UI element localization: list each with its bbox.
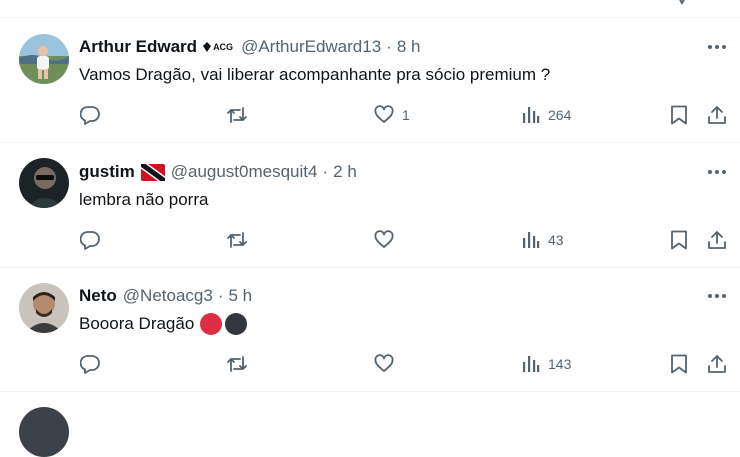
- bookmark-icon: [671, 105, 687, 125]
- reply-button[interactable]: [80, 349, 100, 379]
- author-handle[interactable]: @august0mesquit4: [171, 162, 318, 182]
- repost-button[interactable]: [226, 100, 248, 130]
- author-name[interactable]: gustim: [79, 162, 135, 182]
- post-actions: 1 264: [0, 100, 740, 130]
- separator: ·: [322, 162, 329, 181]
- more-icon: [708, 45, 726, 49]
- views-icon: [523, 356, 540, 372]
- black-circle-emoji: [225, 313, 248, 335]
- share-icon: [708, 231, 726, 249]
- post[interactable]: Neto @Netoacg3 · 5 h Booora Dragão 143: [0, 267, 740, 392]
- like-icon: [374, 105, 394, 123]
- like-button[interactable]: 1: [374, 100, 410, 130]
- views-icon: [523, 107, 540, 123]
- bookmark-icon: [671, 230, 687, 250]
- bookmark-button[interactable]: [670, 225, 688, 255]
- author-name[interactable]: Arthur Edward: [79, 37, 197, 57]
- bookmark-button[interactable]: [670, 349, 688, 379]
- reply-icon: [80, 231, 100, 250]
- repost-icon: [227, 232, 247, 248]
- post-actions: 43: [0, 225, 740, 255]
- badge-icon: [203, 42, 212, 52]
- reply-icon: [80, 355, 100, 374]
- like-button[interactable]: [374, 349, 402, 379]
- views-button[interactable]: 43: [522, 225, 564, 255]
- bookmark-icon: [671, 354, 687, 374]
- like-count: 1: [402, 107, 410, 123]
- more-button[interactable]: [704, 162, 730, 182]
- post-text: Vamos Dragão, vai liberar acompanhante p…: [79, 65, 551, 84]
- post-actions: 143: [0, 349, 740, 379]
- reply-icon: [80, 106, 100, 125]
- author-handle[interactable]: @Netoacg3: [123, 286, 213, 306]
- red-circle-emoji: [200, 313, 223, 335]
- post-time[interactable]: 8 h: [397, 37, 421, 57]
- share-button[interactable]: [707, 349, 727, 379]
- post-text: lembra não porra: [79, 190, 209, 209]
- views-count: 43: [548, 232, 564, 248]
- post-header: Arthur Edward ACG @ArthurEdward13 · 8 h: [79, 36, 420, 58]
- repost-icon: [227, 356, 247, 372]
- reply-button[interactable]: [80, 225, 100, 255]
- avatar[interactable]: [19, 283, 69, 333]
- like-button[interactable]: [374, 225, 402, 255]
- reply-button[interactable]: [80, 100, 100, 130]
- top-action-icons: [679, 0, 685, 6]
- more-button[interactable]: [704, 37, 730, 57]
- repost-button[interactable]: [226, 349, 248, 379]
- views-button[interactable]: 264: [522, 100, 571, 130]
- more-icon: [708, 294, 726, 298]
- views-count: 143: [548, 356, 572, 372]
- post-text-content: Booora Dragão: [79, 314, 195, 333]
- repost-icon: [227, 107, 247, 123]
- more-icon: [708, 170, 726, 174]
- flag-badge: [140, 163, 165, 181]
- post-header: gustim @august0mesquit4 · 2 h: [79, 161, 357, 183]
- views-button[interactable]: 143: [522, 349, 571, 379]
- post[interactable]: Arthur Edward ACG @ArthurEdward13 · 8 h …: [0, 18, 740, 143]
- share-icon: [708, 106, 726, 124]
- like-icon: [374, 230, 394, 248]
- share-button[interactable]: [707, 225, 727, 255]
- post-time[interactable]: 2 h: [333, 162, 357, 182]
- share-icon: [708, 355, 726, 373]
- affiliate-badge[interactable]: ACG: [203, 42, 235, 52]
- flag-icon: [140, 163, 165, 181]
- more-button[interactable]: [704, 286, 730, 306]
- author-name[interactable]: Neto: [79, 286, 117, 306]
- avatar[interactable]: [19, 34, 69, 84]
- bookmark-button[interactable]: [670, 100, 688, 130]
- separator: ·: [386, 37, 392, 56]
- repost-button[interactable]: [226, 225, 248, 255]
- separator: ·: [217, 286, 224, 305]
- like-icon: [374, 354, 394, 372]
- post-header: Neto @Netoacg3 · 5 h: [79, 285, 252, 307]
- avatar[interactable]: [19, 158, 69, 208]
- post[interactable]: gustim @august0mesquit4 · 2 h lembra não…: [0, 143, 740, 268]
- share-button[interactable]: [707, 100, 727, 130]
- views-icon: [523, 232, 540, 248]
- avatar[interactable]: [19, 407, 69, 457]
- badge-label: ACG: [213, 42, 234, 52]
- post-text: Booora Dragão: [79, 312, 248, 336]
- post-time[interactable]: 5 h: [228, 286, 252, 306]
- author-handle[interactable]: @ArthurEdward13: [241, 37, 381, 57]
- views-count: 264: [548, 107, 572, 123]
